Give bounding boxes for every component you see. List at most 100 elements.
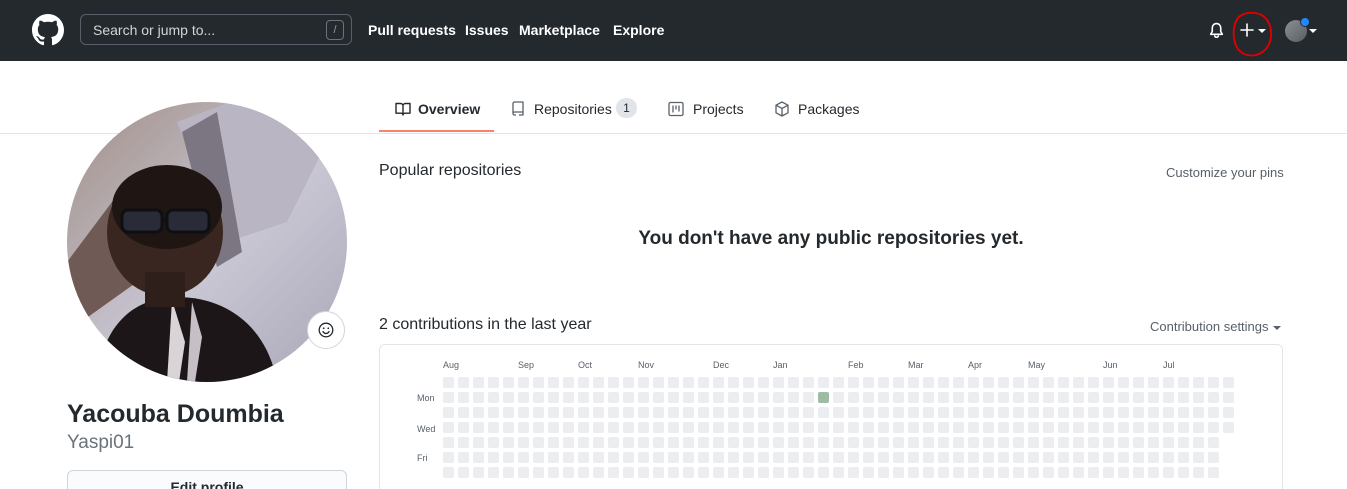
nav-pull-requests[interactable]: Pull requests — [368, 22, 456, 38]
contribution-cell[interactable] — [503, 452, 514, 463]
contribution-cell[interactable] — [443, 467, 454, 478]
contribution-cell[interactable] — [998, 452, 1009, 463]
contribution-cell[interactable] — [833, 377, 844, 388]
contribution-cell[interactable] — [953, 407, 964, 418]
contribution-cell[interactable] — [1208, 467, 1219, 478]
contribution-cell[interactable] — [758, 377, 769, 388]
contribution-cell[interactable] — [758, 407, 769, 418]
contribution-cell[interactable] — [773, 407, 784, 418]
contribution-cell[interactable] — [758, 422, 769, 433]
contribution-cell[interactable] — [938, 452, 949, 463]
contribution-cell[interactable] — [803, 392, 814, 403]
contribution-cell[interactable] — [1118, 392, 1129, 403]
contribution-cell[interactable] — [1043, 377, 1054, 388]
contribution-cell[interactable] — [968, 422, 979, 433]
contribution-cell[interactable] — [1178, 407, 1189, 418]
contribution-cell[interactable] — [458, 392, 469, 403]
contribution-cell[interactable] — [1073, 377, 1084, 388]
contribution-cell[interactable] — [728, 392, 739, 403]
contribution-cell[interactable] — [863, 392, 874, 403]
contribution-cell[interactable] — [518, 437, 529, 448]
nav-marketplace[interactable]: Marketplace — [519, 22, 600, 38]
contribution-cell[interactable] — [983, 407, 994, 418]
contribution-cell[interactable] — [683, 377, 694, 388]
contribution-cell[interactable] — [923, 422, 934, 433]
contribution-cell[interactable] — [1043, 407, 1054, 418]
contribution-cell[interactable] — [1088, 467, 1099, 478]
contribution-cell[interactable] — [623, 407, 634, 418]
contribution-cell[interactable] — [713, 422, 724, 433]
contribution-cell[interactable] — [1163, 467, 1174, 478]
contribution-cell[interactable] — [998, 437, 1009, 448]
contribution-cell[interactable] — [593, 407, 604, 418]
contribution-cell[interactable] — [908, 377, 919, 388]
contribution-cell[interactable] — [743, 407, 754, 418]
contribution-cell[interactable] — [1163, 392, 1174, 403]
contribution-cell[interactable] — [818, 392, 829, 403]
contribution-cell[interactable] — [473, 392, 484, 403]
contribution-cell[interactable] — [1058, 392, 1069, 403]
contribution-cell[interactable] — [548, 407, 559, 418]
contribution-cell[interactable] — [848, 392, 859, 403]
contribution-cell[interactable] — [593, 452, 604, 463]
contribution-cell[interactable] — [1013, 452, 1024, 463]
contribution-cell[interactable] — [1103, 467, 1114, 478]
contribution-cell[interactable] — [473, 407, 484, 418]
contribution-cell[interactable] — [1223, 407, 1234, 418]
contribution-cell[interactable] — [878, 392, 889, 403]
contribution-cell[interactable] — [458, 467, 469, 478]
contribution-cell[interactable] — [653, 392, 664, 403]
contribution-cell[interactable] — [1058, 407, 1069, 418]
contribution-cell[interactable] — [1028, 377, 1039, 388]
contribution-cell[interactable] — [938, 407, 949, 418]
contribution-cell[interactable] — [1208, 437, 1219, 448]
contribution-cell[interactable] — [773, 467, 784, 478]
contribution-cell[interactable] — [1088, 392, 1099, 403]
contribution-cell[interactable] — [698, 437, 709, 448]
contribution-cell[interactable] — [623, 467, 634, 478]
contribution-cell[interactable] — [1148, 377, 1159, 388]
contribution-cell[interactable] — [1028, 467, 1039, 478]
contribution-cell[interactable] — [698, 452, 709, 463]
contribution-cell[interactable] — [728, 407, 739, 418]
contribution-cell[interactable] — [653, 452, 664, 463]
contribution-cell[interactable] — [713, 437, 724, 448]
nav-issues[interactable]: Issues — [465, 22, 509, 38]
contribution-cell[interactable] — [1133, 407, 1144, 418]
contribution-cell[interactable] — [713, 377, 724, 388]
search-input[interactable]: Search or jump to... / — [80, 14, 352, 45]
contribution-cell[interactable] — [983, 392, 994, 403]
contribution-cell[interactable] — [1058, 377, 1069, 388]
contribution-cell[interactable] — [533, 422, 544, 433]
contribution-cell[interactable] — [1193, 437, 1204, 448]
contribution-cell[interactable] — [548, 422, 559, 433]
contribution-cell[interactable] — [1223, 422, 1234, 433]
contribution-cell[interactable] — [1073, 437, 1084, 448]
contribution-cell[interactable] — [1118, 422, 1129, 433]
tab-packages[interactable]: Packages — [774, 90, 864, 133]
contribution-cell[interactable] — [923, 437, 934, 448]
contribution-cell[interactable] — [683, 407, 694, 418]
contribution-cell[interactable] — [593, 392, 604, 403]
contribution-cell[interactable] — [503, 422, 514, 433]
contribution-cell[interactable] — [578, 422, 589, 433]
contribution-cell[interactable] — [473, 467, 484, 478]
contribution-cell[interactable] — [923, 377, 934, 388]
contribution-cell[interactable] — [848, 422, 859, 433]
contribution-cell[interactable] — [818, 422, 829, 433]
contribution-cell[interactable] — [473, 452, 484, 463]
contribution-cell[interactable] — [1013, 437, 1024, 448]
contribution-cell[interactable] — [503, 392, 514, 403]
contribution-cell[interactable] — [923, 407, 934, 418]
contribution-cell[interactable] — [803, 437, 814, 448]
contribution-cell[interactable] — [833, 437, 844, 448]
contribution-cell[interactable] — [728, 452, 739, 463]
contribution-cell[interactable] — [1028, 437, 1039, 448]
contribution-cell[interactable] — [1178, 392, 1189, 403]
contribution-cell[interactable] — [488, 392, 499, 403]
contribution-cell[interactable] — [623, 452, 634, 463]
contribution-cell[interactable] — [608, 377, 619, 388]
contribution-cell[interactable] — [818, 467, 829, 478]
contribution-cell[interactable] — [923, 392, 934, 403]
contribution-cell[interactable] — [953, 452, 964, 463]
